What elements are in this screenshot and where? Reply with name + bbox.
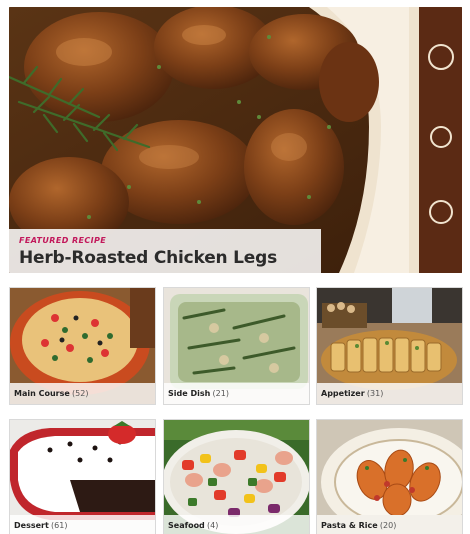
category-count: (20) (379, 521, 397, 530)
category-name: Main Course (14, 389, 70, 398)
category-count: (61) (51, 521, 68, 530)
category-count: (21) (212, 389, 229, 398)
category-count: (52) (72, 389, 89, 398)
category-name: Seafood (168, 521, 205, 530)
category-grid: Main Course (52) Side Dish (21) Appetize… (9, 287, 463, 534)
category-tile-main-course[interactable]: Main Course (52) (9, 287, 156, 405)
category-tile-appetizer[interactable]: Appetizer (31) (316, 287, 463, 405)
category-tile-dessert[interactable]: Dessert (61) (9, 419, 156, 534)
category-label: Pasta & Rice (20) (317, 515, 462, 534)
category-name: Appetizer (321, 389, 365, 398)
featured-title[interactable]: Herb-Roasted Chicken Legs (19, 247, 321, 269)
category-label: Side Dish (21) (164, 383, 309, 404)
category-count: (4) (207, 521, 219, 530)
category-label: Appetizer (31) (317, 383, 462, 404)
category-name: Side Dish (168, 389, 211, 398)
featured-kicker: FEATURED RECIPE (19, 236, 107, 245)
category-count: (31) (366, 389, 384, 398)
category-label: Dessert (61) (10, 515, 155, 534)
category-label: Seafood (4) (164, 515, 309, 534)
category-name: Dessert (14, 521, 49, 530)
category-tile-seafood[interactable]: Seafood (4) (163, 419, 310, 534)
category-tile-pasta-rice[interactable]: Pasta & Rice (20) (316, 419, 463, 534)
category-tile-side-dish[interactable]: Side Dish (21) (163, 287, 310, 405)
featured-recipe-card[interactable]: FEATURED RECIPE Herb-Roasted Chicken Leg… (9, 7, 462, 273)
recipe-page: FEATURED RECIPE Herb-Roasted Chicken Leg… (0, 0, 470, 534)
featured-caption: FEATURED RECIPE Herb-Roasted Chicken Leg… (9, 229, 321, 273)
category-label: Main Course (52) (10, 383, 155, 404)
category-name: Pasta & Rice (321, 521, 378, 530)
